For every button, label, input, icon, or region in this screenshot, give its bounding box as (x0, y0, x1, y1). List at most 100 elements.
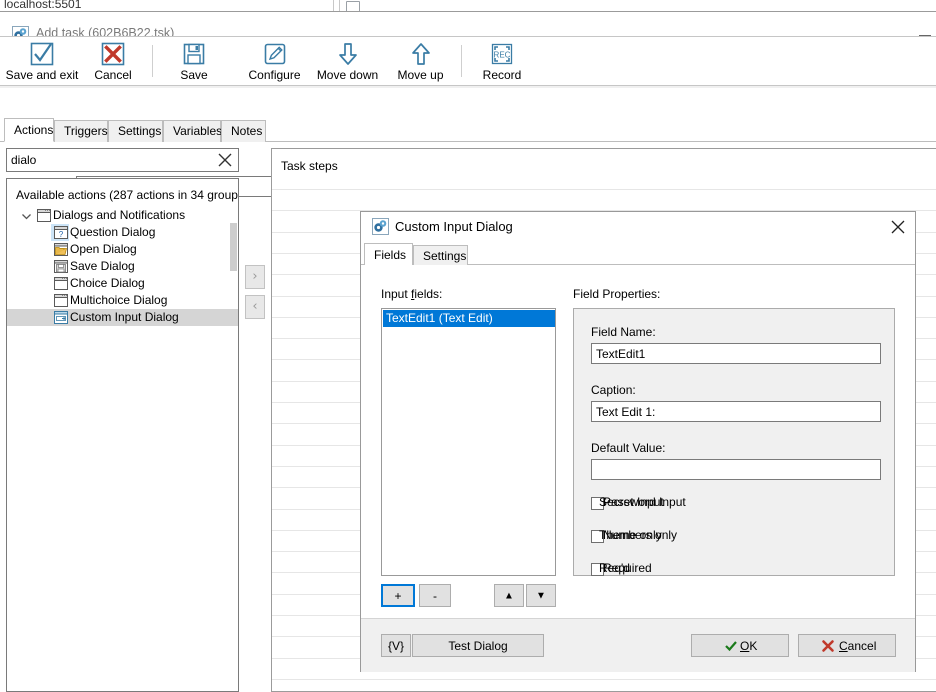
caption-input[interactable] (591, 401, 881, 422)
tree-item-label: Multichoice Dialog (70, 293, 168, 307)
variables-label: {V} (387, 638, 405, 653)
close-x-icon[interactable] (215, 151, 235, 169)
field-properties-label: Field Properties: (573, 287, 661, 301)
triangle-up-icon: ▲ (504, 590, 514, 601)
field-name-input[interactable] (591, 343, 881, 364)
password-input-label-b: Secret Input (599, 495, 664, 509)
question-dialog-icon: ? (54, 226, 68, 239)
tree-item-label: Choice Dialog (70, 276, 145, 290)
cancel-label: Cancel (839, 638, 877, 653)
ok-button[interactable]: OK (691, 634, 789, 657)
tree-item-open-dialog[interactable]: Open Dialog (7, 241, 238, 258)
available-actions-panel: Available actions (287 actions in 34 gro… (6, 178, 239, 692)
dialog-title-bar: Custom Input Dialog (361, 212, 915, 243)
toolbar-button-label: Save (180, 68, 208, 82)
window-icon (54, 277, 68, 290)
toolbar-button-label: Move down (316, 68, 379, 82)
red-x-icon (100, 41, 126, 67)
toolbar-button-label: Move up (397, 68, 444, 82)
tree-item-label: Custom Input Dialog (70, 310, 179, 324)
field-name-label: Field Name: (591, 325, 656, 339)
tree-item-label: Save Dialog (70, 259, 135, 273)
list-item[interactable]: TextEdit1 (Text Edit) (383, 310, 555, 327)
input-dialog-icon (54, 311, 68, 324)
pencil-edit-icon (262, 41, 288, 67)
tree-item-question-dialog[interactable]: ? Question Dialog (7, 224, 238, 241)
gears-icon (372, 218, 389, 235)
rec-icon: REC (489, 41, 515, 67)
close-x-icon[interactable] (885, 215, 911, 239)
tab-settings[interactable]: Settings (108, 120, 163, 142)
tab-variables[interactable]: Variables (163, 120, 222, 142)
toolbar-divider-1 (152, 45, 153, 77)
task-steps-caption: Task steps (281, 159, 338, 173)
toolbar-button-label: Record (482, 68, 522, 82)
red-x-icon (822, 639, 834, 652)
toolbar-divider-2 (461, 45, 462, 77)
tree-item-label: Question Dialog (70, 225, 156, 239)
svg-text:?: ? (59, 230, 64, 239)
tab-actions[interactable]: Actions (4, 118, 54, 142)
dialog-tab-fields[interactable]: Fields (364, 243, 413, 267)
chevron-right-icon: › (252, 269, 258, 284)
triangle-down-icon: ▼ (536, 590, 546, 601)
toolbar-button-move-up[interactable]: Move up (384, 39, 457, 83)
arrow-down-icon (335, 41, 361, 67)
tree-item-choice-dialog[interactable]: Choice Dialog (7, 275, 238, 292)
dialog-title: Custom Input Dialog (395, 219, 513, 234)
tree-item-save-dialog[interactable]: Save Dialog (7, 258, 238, 275)
move-field-up-button[interactable]: ▲ (494, 584, 524, 607)
remove-action-button[interactable]: ‹ (245, 295, 265, 319)
available-actions-caption: Available actions (287 actions in 34 gro… (16, 188, 239, 202)
tree-item-multichoice-dialog[interactable]: Multichoice Dialog (7, 292, 238, 309)
toolbar-button-configure[interactable]: Configure (238, 39, 311, 83)
default-value-label: Default Value: (591, 441, 666, 455)
main-tab-strip: Actions Triggers Settings Variables Notes (0, 118, 936, 142)
dialog-tab-settings[interactable]: Settings (413, 245, 468, 267)
toolbar-button-move-down[interactable]: Move down (311, 39, 384, 83)
toolbar-button-cancel[interactable]: Cancel (84, 39, 142, 83)
search-input[interactable] (7, 149, 207, 171)
floppy-disk-icon (181, 41, 207, 67)
table-row[interactable] (272, 678, 936, 680)
tree-item-custom-input-dialog[interactable]: Custom Input Dialog (7, 309, 238, 326)
tree-scrollbar-thumb[interactable] (230, 223, 237, 271)
tree-item-dialogs-and-notifications[interactable]: Dialogs and Notifications (7, 207, 238, 224)
dialog-footer: {V} Test Dialog OK Cancel (361, 618, 915, 672)
tab-triggers[interactable]: Triggers (54, 120, 108, 142)
checkbox-check-icon (29, 41, 55, 67)
remove-field-button[interactable]: - (419, 584, 451, 607)
arrow-up-icon (408, 41, 434, 67)
browser-separator-2 (339, 0, 340, 11)
actions-tree[interactable]: Dialogs and Notifications? Question Dialo… (7, 207, 238, 326)
test-dialog-button[interactable]: Test Dialog (412, 634, 544, 657)
main-toolbar: Save and exit Cancel Save Configure Move dow… (0, 37, 936, 85)
custom-input-dialog: Custom Input Dialog Fields Settings Input… (360, 211, 916, 672)
add-action-button[interactable]: › (245, 265, 265, 289)
save-floppy-icon (54, 260, 68, 273)
browser-separator-1 (333, 0, 334, 11)
add-field-button[interactable]: + (381, 584, 415, 607)
default-value-input[interactable] (591, 459, 881, 480)
chevron-down-icon[interactable] (21, 210, 32, 221)
variables-button[interactable]: {V} (381, 634, 411, 657)
cancel-button[interactable]: Cancel (798, 634, 896, 657)
window-icon (37, 209, 51, 222)
task-name-row: Task name: (0, 88, 936, 197)
caption-label: Caption: (591, 383, 636, 397)
green-check-icon (725, 640, 737, 651)
toolbar-button-save[interactable]: Save (165, 39, 223, 83)
table-row[interactable] (272, 189, 936, 190)
tree-item-label: Dialogs and Notifications (53, 208, 186, 222)
action-search-box[interactable] (6, 148, 239, 172)
toolbar-button-record[interactable]: REC Record (473, 39, 531, 83)
toolbar-button-label: Save and exit (5, 68, 79, 82)
svg-text:REC: REC (494, 51, 511, 60)
chevron-left-icon: ‹ (252, 299, 258, 314)
toolbar-button-save-and-exit[interactable]: Save and exit (4, 39, 80, 83)
tab-notes[interactable]: Notes (221, 120, 266, 142)
move-field-down-button[interactable]: ▼ (526, 584, 556, 607)
toolbar-button-label: Cancel (94, 68, 132, 82)
input-fields-list[interactable]: TextEdit1 (Text Edit) (381, 308, 556, 576)
required-label-b: Req'd (599, 561, 630, 575)
